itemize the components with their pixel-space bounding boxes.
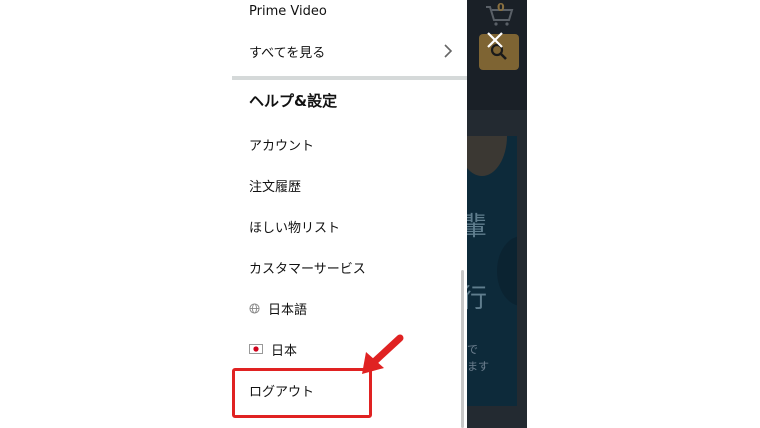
menu-item-label: 注文履歴 [249, 179, 302, 195]
section-divider [232, 76, 467, 80]
section-title: ヘルプ&設定 [249, 92, 338, 110]
banner-text: ます [467, 360, 489, 373]
banner-shape [467, 136, 507, 176]
menu-item-wishlist[interactable]: ほしい物リスト [249, 216, 340, 236]
menu-item-label: カスタマーサービス [249, 261, 366, 277]
logout-highlight-box [232, 368, 372, 418]
menu-item-label: アカウント [249, 138, 315, 154]
banner-glyph: 輩 [467, 212, 488, 242]
banner-text: で [467, 343, 478, 356]
menu-drawer: Prime Video すべてを見る ヘルプ&設定 アカウント 注文履歴 ほしい… [232, 0, 467, 428]
menu-item-label: 日本語 [268, 302, 308, 318]
menu-item-account[interactable]: アカウント [249, 134, 314, 154]
banner-glyph: 行 [467, 284, 488, 314]
menu-item-label: Prime Video [249, 3, 327, 19]
cart-icon: 0 [485, 1, 515, 26]
chevron-right-icon [444, 44, 453, 58]
menu-item-prime-video[interactable]: Prime Video [249, 1, 327, 21]
close-menu-button[interactable] [481, 26, 509, 54]
red-arrow-icon [362, 334, 404, 374]
banner-shape [497, 236, 517, 306]
cart-count: 0 [497, 1, 505, 14]
background-banner: 輩 行 で ます [467, 136, 517, 406]
close-icon [487, 32, 503, 48]
menu-item-see-all[interactable]: すべてを見る [249, 41, 449, 61]
background-page: 0 輩 行 で ます [467, 0, 527, 428]
japan-flag-icon [249, 344, 263, 354]
menu-item-label: 日本 [271, 343, 298, 359]
globe-icon [249, 302, 260, 314]
menu-item-label: ほしい物リスト [249, 220, 341, 236]
menu-item-country[interactable]: 日本 [249, 339, 297, 359]
menu-item-customer-service[interactable]: カスタマーサービス [249, 257, 366, 277]
menu-item-label: すべてを見る [249, 45, 326, 61]
menu-item-language[interactable]: 日本語 [249, 298, 307, 318]
menu-item-order-history[interactable]: 注文履歴 [249, 175, 301, 195]
scrollbar[interactable] [461, 270, 464, 428]
